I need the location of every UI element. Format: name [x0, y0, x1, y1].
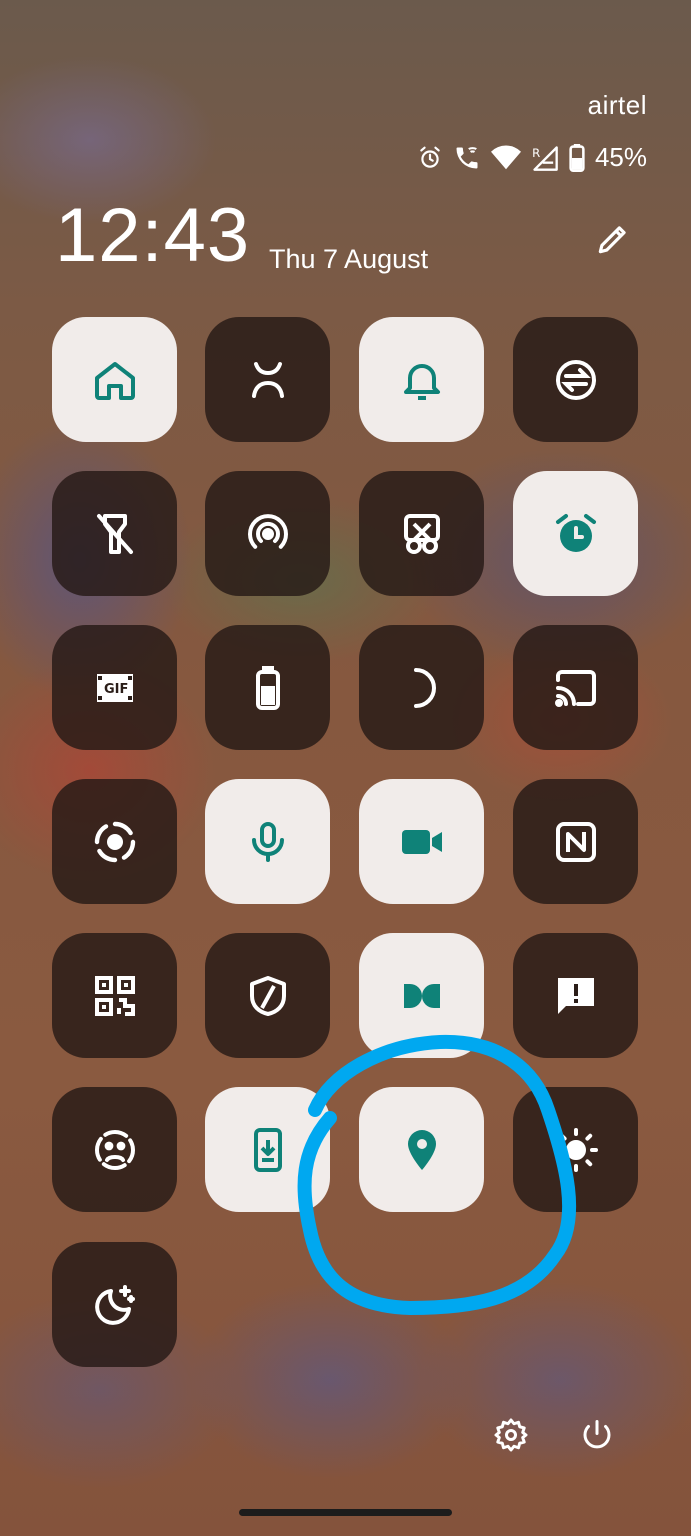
gif-icon: GIF — [96, 673, 133, 702]
tile-nfc[interactable] — [513, 779, 638, 904]
tile-home[interactable] — [52, 317, 177, 442]
tile-location[interactable] — [359, 1087, 484, 1212]
tile-sound[interactable] — [359, 317, 484, 442]
tile-dolby[interactable] — [359, 933, 484, 1058]
tile-microphone[interactable] — [205, 779, 330, 904]
battery-icon — [569, 143, 585, 172]
camera-icon — [401, 829, 442, 854]
clock: 12:43 — [55, 193, 251, 278]
data-saver-sync-icon — [555, 359, 596, 400]
tile-qr-scanner[interactable] — [52, 933, 177, 1058]
carrier-name: airtel — [587, 90, 647, 120]
svg-text:GIF: GIF — [104, 682, 128, 697]
navigation-handle[interactable] — [239, 1509, 452, 1516]
tile-security[interactable] — [205, 933, 330, 1058]
tile-screen-record[interactable] — [52, 779, 177, 904]
tile-phone-download[interactable] — [205, 1087, 330, 1212]
location-icon — [407, 1129, 436, 1170]
battery-percent: 45% — [594, 142, 647, 172]
flashlight-off-icon — [96, 513, 133, 554]
shield-icon — [249, 975, 286, 1016]
tile-night-mode[interactable] — [359, 625, 484, 750]
dolby-icon — [403, 983, 440, 1008]
bell-icon — [403, 363, 440, 400]
wifi-calling-icon — [456, 146, 478, 168]
cast-icon — [554, 669, 596, 707]
tile-flashlight[interactable] — [52, 471, 177, 596]
tile-face-unlock[interactable] — [205, 317, 330, 442]
tile-screenshot[interactable] — [359, 471, 484, 596]
tile-brightness[interactable] — [513, 1087, 638, 1212]
tile-camera[interactable] — [359, 779, 484, 904]
tile-alarm[interactable] — [513, 471, 638, 596]
battery-saver-icon — [255, 665, 280, 710]
wifi-icon — [490, 145, 521, 169]
tile-hotspot[interactable] — [205, 471, 330, 596]
face-unlock-icon — [251, 361, 284, 398]
tile-gif[interactable]: GIF — [52, 625, 177, 750]
settings-icon[interactable] — [493, 1417, 529, 1453]
bedtime-icon — [94, 1284, 135, 1325]
roaming-signal-icon: R — [532, 145, 558, 171]
tile-data-saver[interactable] — [513, 317, 638, 442]
svg-text:R: R — [532, 145, 540, 159]
microphone-icon — [251, 821, 284, 862]
tile-battery-saver[interactable] — [205, 625, 330, 750]
hotspot-icon — [247, 513, 288, 549]
tile-bedtime[interactable] — [52, 1242, 177, 1367]
screenshot-scissors-icon — [403, 513, 440, 554]
home-icon — [94, 361, 135, 400]
qr-scanner-icon — [94, 975, 135, 1016]
tile-cast[interactable] — [513, 625, 638, 750]
brightness-icon — [553, 1127, 598, 1172]
screen-record-icon — [94, 821, 135, 862]
date: Thu 7 August — [269, 244, 429, 274]
pencil-icon[interactable] — [594, 220, 632, 258]
alarm-clock-icon — [555, 513, 596, 552]
tile-face-scan[interactable] — [52, 1087, 177, 1212]
power-icon[interactable] — [579, 1417, 615, 1453]
nfc-icon — [555, 821, 596, 862]
status-icons: R 45% — [417, 142, 647, 173]
tile-feedback[interactable] — [513, 933, 638, 1058]
face-scan-icon — [94, 1129, 135, 1170]
alarm-icon — [420, 146, 440, 168]
night-mode-icon — [413, 667, 436, 708]
feedback-icon — [557, 977, 594, 1014]
phone-download-icon — [253, 1127, 282, 1172]
